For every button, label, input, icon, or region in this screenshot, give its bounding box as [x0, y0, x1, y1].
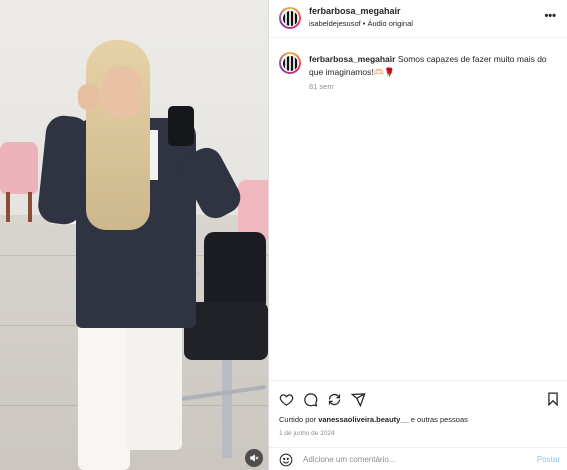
post-subtitle[interactable]: isabeldejesusof • Áudio original: [309, 19, 413, 28]
share-icon: [328, 393, 340, 405]
pink-armchair: [0, 142, 40, 222]
send-icon: [350, 392, 366, 407]
liked-prefix: Curtido por: [279, 415, 317, 424]
comment-input[interactable]: [303, 452, 513, 467]
caption-username[interactable]: ferbarbosa_megahair: [309, 54, 395, 64]
comment-icon: [303, 392, 317, 407]
speaker-muted-icon: [250, 454, 259, 462]
like-button[interactable]: [278, 391, 294, 407]
heart-icon: [279, 393, 293, 406]
liked-suffix[interactable]: e outras pessoas: [411, 415, 468, 424]
share-button[interactable]: [326, 391, 342, 407]
liked-by: Curtido por vanessaoliveira.beauty__ e o…: [279, 415, 468, 424]
mute-button[interactable]: [245, 449, 263, 467]
caption: ferbarbosa_megahair Somos capazes de faz…: [309, 53, 559, 79]
emoji-icon[interactable]: [279, 453, 293, 467]
avatar[interactable]: [279, 7, 301, 29]
person-photo: [36, 38, 246, 470]
post-details-panel: ferbarbosa_megahair isabeldejesusof • Áu…: [268, 0, 567, 470]
more-options-icon[interactable]: •••: [544, 10, 556, 22]
post-username[interactable]: ferbarbosa_megahair: [309, 6, 401, 16]
liked-user[interactable]: vanessaoliveira.beauty__: [318, 415, 408, 424]
send-button[interactable]: [350, 391, 366, 407]
save-button[interactable]: [545, 391, 561, 407]
post-media[interactable]: [0, 0, 268, 470]
comment-bar: Postar: [269, 447, 567, 470]
post-date[interactable]: 1 de junho de 2024: [279, 430, 335, 437]
post-header: ferbarbosa_megahair isabeldejesusof • Áu…: [269, 0, 567, 38]
caption-time: 81 sem: [309, 82, 334, 91]
caption-avatar[interactable]: [279, 52, 301, 74]
post-comment-button[interactable]: Postar: [537, 455, 560, 464]
comment-button[interactable]: [302, 391, 318, 407]
bookmark-icon: [548, 392, 558, 406]
